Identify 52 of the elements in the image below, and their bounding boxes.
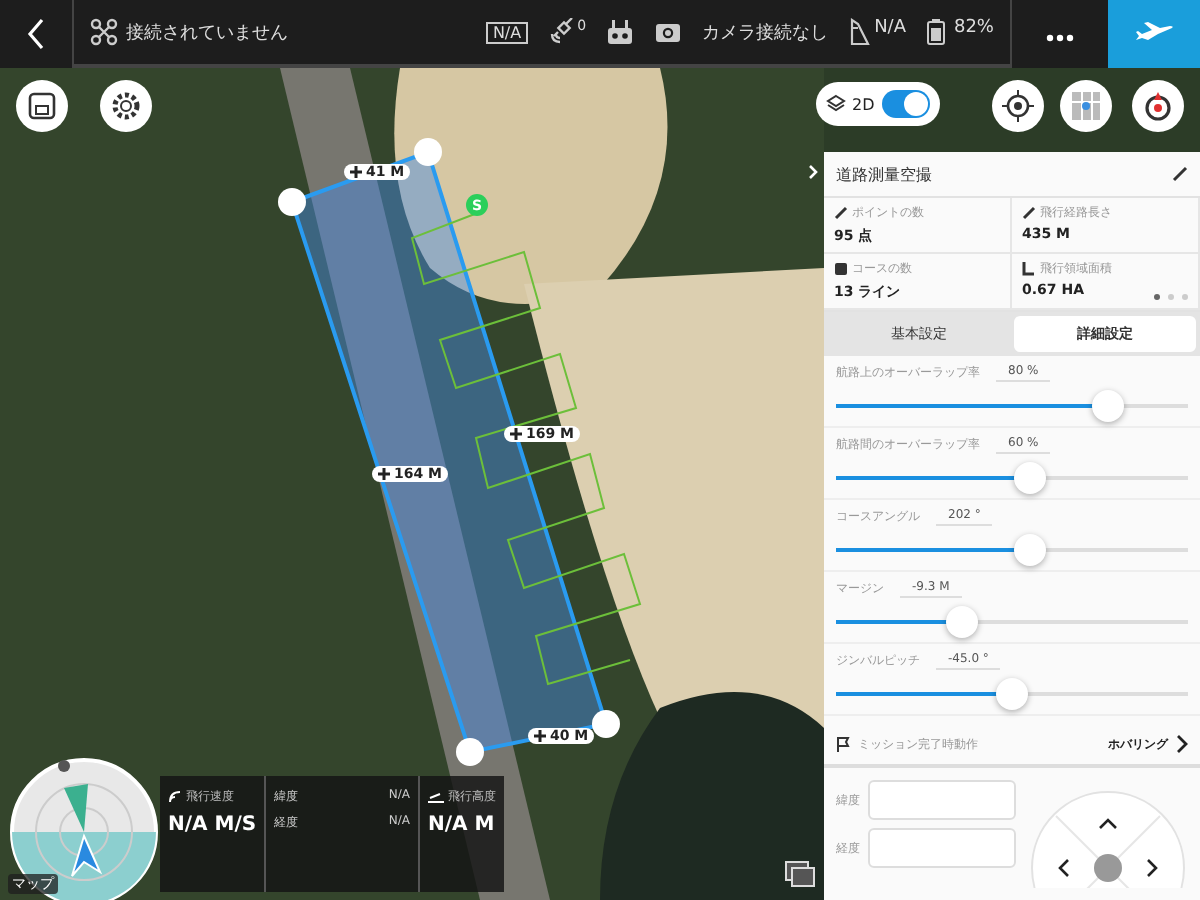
vertex-handle[interactable] <box>456 738 484 766</box>
waypoint-icon <box>834 206 848 220</box>
drone-icon <box>90 18 118 46</box>
slider-thumb[interactable] <box>1013 534 1046 566</box>
vertex-handle[interactable] <box>592 710 620 738</box>
record-icon[interactable] <box>1142 90 1174 122</box>
slider-thumb[interactable] <box>1091 390 1124 422</box>
rtk-status: N/A <box>874 18 906 38</box>
speed-value: N/A M/S <box>168 814 257 836</box>
grid-icon <box>834 262 848 276</box>
crosshair-icon[interactable] <box>1002 90 1034 122</box>
move-icon <box>510 428 522 440</box>
back-icon[interactable] <box>26 18 46 50</box>
layers-icon <box>826 94 846 114</box>
survey-area[interactable] <box>289 149 609 755</box>
move-icon <box>350 166 362 178</box>
altitude-value: N/A M <box>428 814 496 836</box>
edit-icon[interactable] <box>1172 166 1188 182</box>
more-icon[interactable] <box>1046 34 1074 42</box>
area-icon <box>1022 262 1036 276</box>
battery-level: 82% <box>953 18 994 38</box>
page-indicator[interactable] <box>1154 294 1160 300</box>
satellite-icon <box>547 18 576 46</box>
map-thumbnail-icon[interactable] <box>1070 90 1102 122</box>
signal-status: N/A <box>486 21 528 43</box>
move-icon <box>534 730 546 742</box>
vertex-handle[interactable] <box>278 188 306 216</box>
toggle-switch[interactable] <box>882 90 930 118</box>
save-icon[interactable] <box>26 90 58 122</box>
view-mode-toggle[interactable]: 2D <box>816 82 940 126</box>
mission-title: 道路測量空撮 <box>836 163 932 185</box>
coordinate-field[interactable] <box>868 828 1016 868</box>
coordinate-field[interactable] <box>868 780 1016 820</box>
settings-icon[interactable] <box>110 90 142 122</box>
move-icon <box>378 468 390 480</box>
slider-thumb[interactable] <box>946 606 979 638</box>
vertex-handle[interactable] <box>414 138 442 166</box>
slider-thumb[interactable] <box>996 678 1028 710</box>
slider-thumb[interactable] <box>1013 462 1046 494</box>
battery-icon <box>925 18 946 46</box>
chevron-right-icon[interactable] <box>1176 734 1188 754</box>
windows-icon[interactable] <box>784 860 816 888</box>
altitude-icon <box>428 791 445 803</box>
camera-icon <box>654 20 683 44</box>
connection-status: 接続されていません <box>126 21 288 45</box>
camera-status: カメラ接続なし <box>702 21 829 45</box>
speed-icon <box>168 790 182 804</box>
rtk-icon <box>848 18 873 46</box>
direction-pad[interactable] <box>1028 788 1188 888</box>
remote-controller-icon <box>606 18 635 46</box>
flag-icon <box>836 736 850 752</box>
path-icon <box>1022 206 1036 220</box>
